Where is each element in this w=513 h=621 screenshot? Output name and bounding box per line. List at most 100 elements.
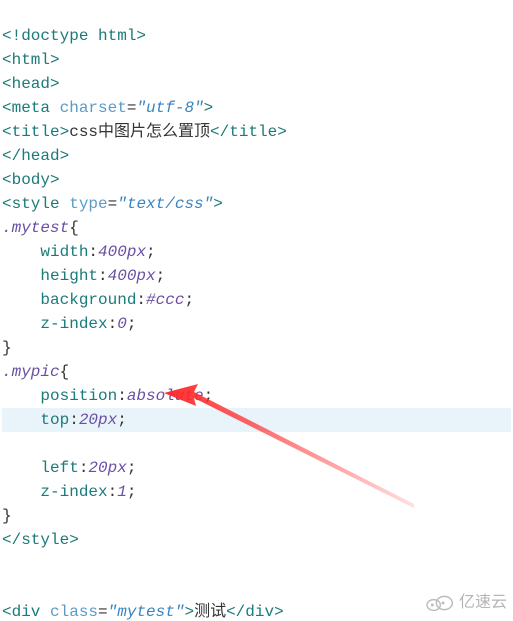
indent [2, 267, 40, 285]
prop-background: background [40, 291, 136, 309]
colon: : [79, 459, 89, 477]
code-line: width:400px; [2, 243, 156, 261]
val-zindex1: 1 [117, 483, 127, 501]
indent [2, 459, 40, 477]
code-line: <div class="mytest">测试</div> [2, 603, 284, 621]
div-close: </div> [226, 603, 284, 621]
code-line: } [2, 507, 12, 525]
style-attr-name: type [69, 195, 107, 213]
meta-close: > [204, 99, 214, 117]
code-line: <meta charset="utf-8"> [2, 99, 213, 117]
selector-mypic: .mypic [2, 363, 60, 381]
prop-position: position [40, 387, 117, 405]
meta-attr-value: "utf-8" [136, 99, 203, 117]
code-line-highlighted: top:20px; [2, 408, 511, 432]
class-attr: class [50, 603, 98, 621]
code-line: <style type="text/css"> [2, 195, 223, 213]
selector-mytest: .mytest [2, 219, 69, 237]
equals: = [127, 99, 137, 117]
code-line: <head> [2, 75, 60, 93]
val-top: 20px [79, 411, 117, 429]
colon: : [88, 243, 98, 261]
semi: ; [156, 267, 166, 285]
style-open-tag: <style [2, 195, 60, 213]
code-block: <!doctype html> <html> <head> <meta char… [0, 0, 513, 621]
semi: ; [127, 459, 137, 477]
code-line: background:#ccc; [2, 291, 194, 309]
div-open: <div [2, 603, 40, 621]
val-background: #ccc [146, 291, 184, 309]
semi: ; [127, 315, 137, 333]
prop-zindex: z-index [40, 483, 107, 501]
val-height: 400px [108, 267, 156, 285]
brace-close: } [2, 507, 12, 525]
html-open-tag: <html> [2, 51, 60, 69]
prop-height: height [40, 267, 98, 285]
code-line: <title>css中图片怎么置顶</title> [2, 123, 287, 141]
head-open-tag: <head> [2, 75, 60, 93]
indent [2, 315, 40, 333]
indent [2, 411, 40, 429]
indent [2, 291, 40, 309]
semi: ; [204, 387, 214, 405]
body-open-tag: <body> [2, 171, 60, 189]
code-line: .mytest{ [2, 219, 79, 237]
semi: ; [184, 291, 194, 309]
colon: : [69, 411, 79, 429]
meta-attr-name: charset [60, 99, 127, 117]
prop-zindex: z-index [40, 315, 107, 333]
doctype-tag: <!doctype html> [2, 27, 146, 45]
brace-open: { [69, 219, 79, 237]
code-line: z-index:0; [2, 315, 136, 333]
code-line: position:absolute; [2, 387, 213, 405]
indent [2, 243, 40, 261]
meta-tag-open: <meta [2, 99, 50, 117]
code-line: </style> [2, 531, 79, 549]
indent [2, 387, 40, 405]
semi: ; [127, 483, 137, 501]
semi: ; [117, 411, 127, 429]
colon: : [108, 483, 118, 501]
code-line: } [2, 339, 12, 357]
style-attr-value: "text/css" [117, 195, 213, 213]
equals: = [98, 603, 108, 621]
colon: : [98, 267, 108, 285]
gt: > [184, 603, 194, 621]
code-line: <!doctype html> [2, 27, 146, 45]
equals: = [108, 195, 118, 213]
colon: : [117, 387, 127, 405]
brace-close: } [2, 339, 12, 357]
code-line: left:20px; [2, 459, 136, 477]
watermark-text: 亿速云 [459, 591, 507, 615]
colon: : [108, 315, 118, 333]
div-text: 测试 [194, 603, 226, 621]
val-zindex0: 0 [117, 315, 127, 333]
prop-width: width [40, 243, 88, 261]
val-position: absolute [127, 387, 204, 405]
code-line: </head> [2, 147, 69, 165]
indent [2, 483, 40, 501]
code-line: <body> [2, 171, 60, 189]
colon: : [136, 291, 146, 309]
title-text: css中图片怎么置顶 [69, 123, 210, 141]
style-close-tag: </style> [2, 531, 79, 549]
code-line: height:400px; [2, 267, 165, 285]
prop-left: left [40, 459, 78, 477]
head-close-tag: </head> [2, 147, 69, 165]
title-close: </title> [210, 123, 287, 141]
watermark: 亿速云 [423, 591, 507, 615]
code-line-blank [2, 579, 12, 597]
title-open: <title> [2, 123, 69, 141]
brace-open: { [60, 363, 70, 381]
code-line-blank [2, 555, 12, 573]
code-line: .mypic{ [2, 363, 69, 381]
val-left: 20px [88, 459, 126, 477]
code-line: <html> [2, 51, 60, 69]
style-open-close: > [213, 195, 223, 213]
semi: ; [146, 243, 156, 261]
code-line: z-index:1; [2, 483, 136, 501]
div-class-val: "mytest" [108, 603, 185, 621]
val-width: 400px [98, 243, 146, 261]
prop-top: top [40, 411, 69, 429]
cloud-icon [423, 593, 455, 613]
